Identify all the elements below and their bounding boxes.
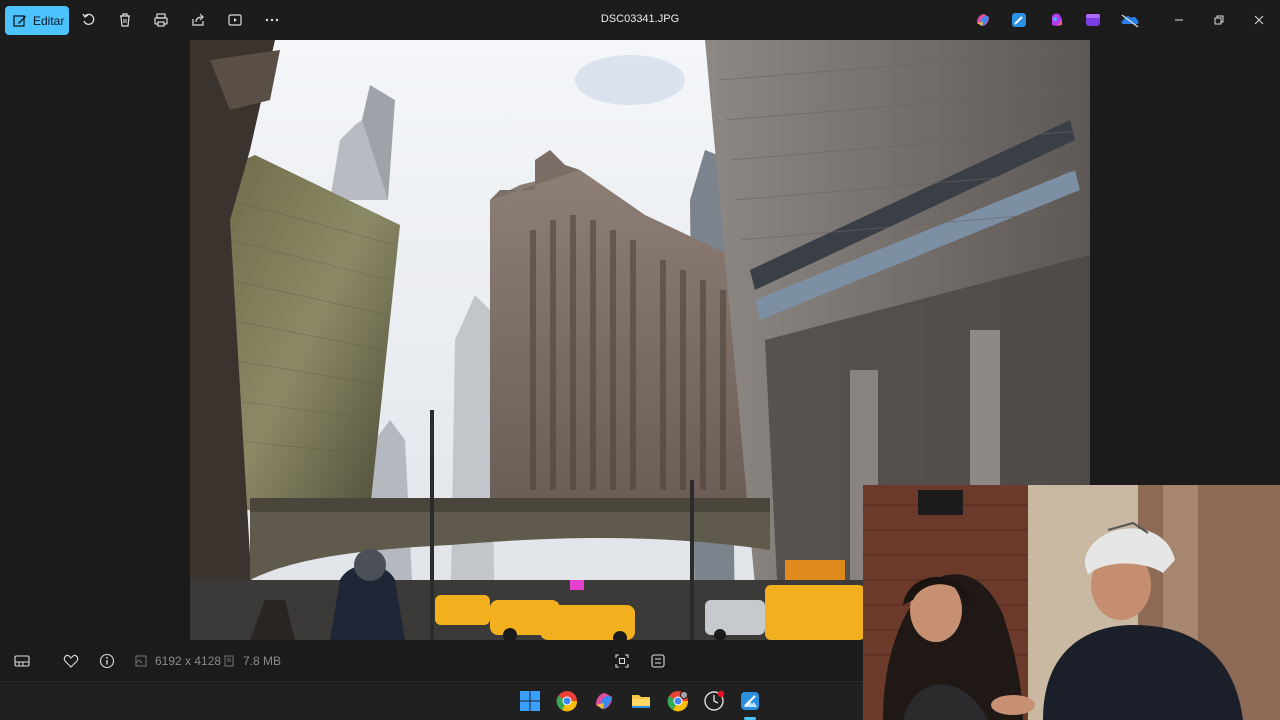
title-bar: Editar DSC03341.JPG (0, 0, 1280, 40)
image-dimensions: 6192 x 4128 (155, 654, 222, 668)
onedrive-icon[interactable] (1120, 11, 1140, 29)
rotate-icon[interactable] (77, 8, 101, 32)
clock-app-icon[interactable] (703, 690, 725, 712)
chrome-profile-icon[interactable] (667, 690, 689, 712)
photos-app-icon[interactable] (739, 690, 761, 712)
clipchamp-icon[interactable] (1084, 11, 1102, 29)
share-icon[interactable] (186, 8, 210, 32)
actual-size-icon[interactable] (648, 651, 668, 671)
restore-icon[interactable] (1207, 8, 1231, 32)
fit-icon[interactable] (612, 651, 632, 671)
window-title: DSC03341.JPG (600, 13, 680, 25)
webcam-feed (863, 485, 1280, 720)
print-icon[interactable] (149, 8, 173, 32)
file-size: 7.8 MB (243, 654, 282, 668)
windows-start-icon[interactable] (519, 690, 541, 712)
minimize-icon[interactable] (1167, 8, 1191, 32)
delete-icon[interactable] (113, 8, 137, 32)
edit-icon (13, 14, 26, 27)
designer-icon[interactable] (1048, 11, 1066, 29)
slideshow-icon[interactable] (223, 8, 247, 32)
file-size-icon (224, 655, 234, 667)
photos-edit-icon[interactable] (1010, 11, 1028, 29)
file-explorer-icon[interactable] (630, 690, 652, 712)
more-icon[interactable] (260, 8, 284, 32)
filmstrip-icon[interactable] (12, 651, 32, 671)
copilot-icon[interactable] (974, 11, 992, 29)
close-icon[interactable] (1247, 8, 1271, 32)
edit-button[interactable]: Editar (5, 6, 69, 35)
chrome-icon[interactable] (556, 690, 578, 712)
favorite-icon[interactable] (61, 651, 81, 671)
copilot-taskbar-icon[interactable] (593, 690, 615, 712)
dimensions-icon (135, 655, 147, 667)
info-icon[interactable] (97, 651, 117, 671)
webcam-overlay (863, 485, 1280, 720)
edit-label: Editar (33, 13, 65, 28)
